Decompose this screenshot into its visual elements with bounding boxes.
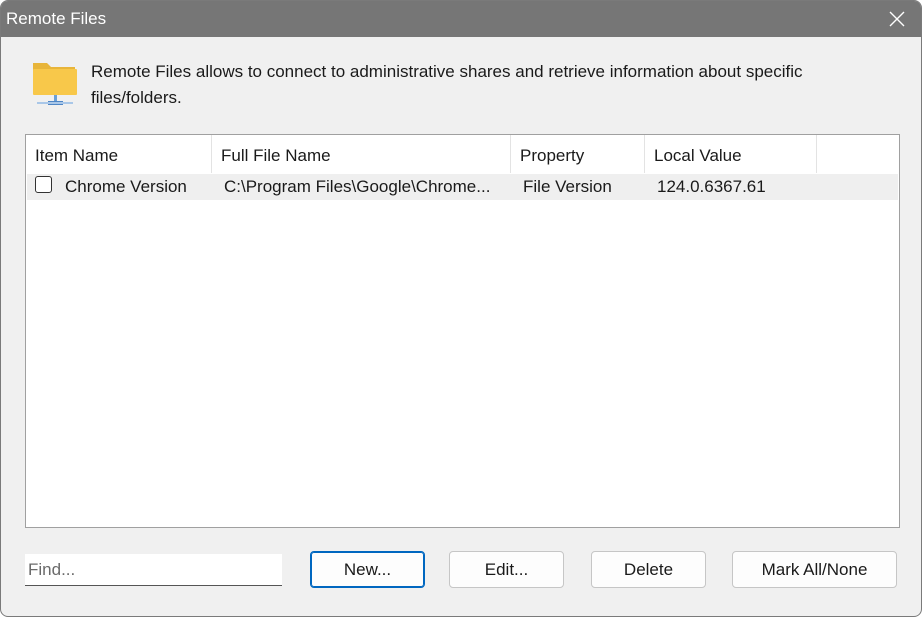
find-input[interactable] [25,554,282,586]
delete-button[interactable]: Delete [591,551,706,588]
network-folder-icon [33,63,77,105]
column-header-property[interactable]: Property [511,135,645,173]
item-checkbox[interactable] [35,176,52,193]
info-panel: Remote Files allows to connect to admini… [31,59,891,111]
remote-files-list[interactable]: Item Name Full File Name Property Local … [25,134,900,528]
close-button[interactable] [873,1,921,37]
list-item[interactable]: Chrome Version C:\Program Files\Google\C… [27,174,898,200]
list-header: Item Name Full File Name Property Local … [26,135,899,173]
full-file-name-cell: C:\Program Files\Google\Chrome... [224,177,491,196]
local-value-cell: 124.0.6367.61 [657,177,766,196]
remote-files-dialog: Remote Files Remote Files allows to conn… [0,0,922,617]
mark-all-none-button[interactable]: Mark All/None [732,551,897,588]
item-name-cell: Chrome Version [65,177,187,196]
column-header-full-file-name[interactable]: Full File Name [212,135,511,173]
close-icon [889,11,905,27]
title-bar[interactable]: Remote Files [1,1,921,37]
column-header-local-value[interactable]: Local Value [645,135,817,173]
info-description: Remote Files allows to connect to admini… [91,62,803,107]
property-cell: File Version [523,177,612,196]
window-title: Remote Files [6,9,107,28]
edit-button[interactable]: Edit... [449,551,564,588]
new-button[interactable]: New... [310,551,425,588]
column-header-item-name[interactable]: Item Name [26,135,212,173]
